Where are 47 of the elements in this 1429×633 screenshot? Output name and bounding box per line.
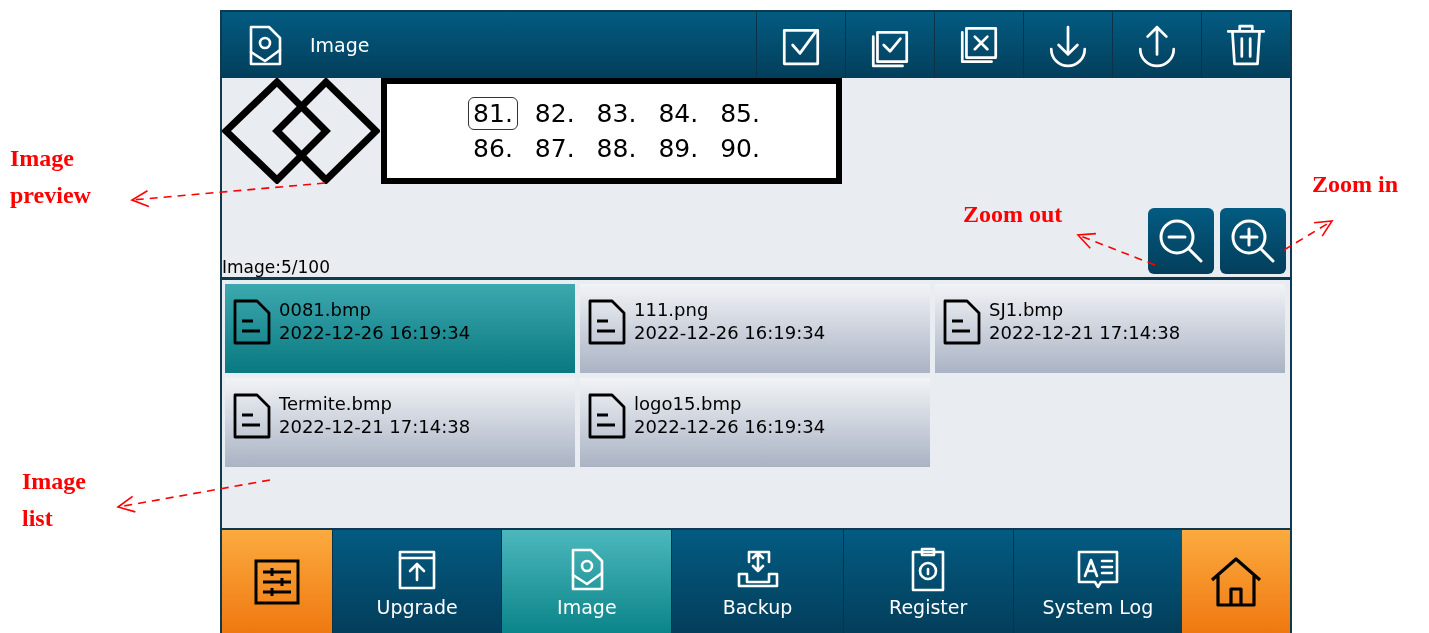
settings-button[interactable]: [222, 530, 332, 633]
image-counter: Image:5/100: [222, 257, 330, 277]
file-date: 2022-12-26 16:19:34: [634, 321, 826, 344]
callout-label: Zoom in: [1312, 170, 1399, 199]
preview-number: 89.: [657, 133, 700, 165]
preview-number: 81.: [468, 96, 518, 130]
document-icon: [233, 298, 271, 345]
file-item[interactable]: 111.png 2022-12-26 16:19:34: [580, 284, 930, 373]
home-icon: [1209, 554, 1264, 609]
file-date: 2022-12-21 17:14:38: [989, 321, 1181, 344]
document-icon: [588, 298, 626, 345]
preview-number: 90.: [719, 133, 761, 165]
home-button[interactable]: [1182, 530, 1290, 633]
file-name: logo15.bmp: [634, 393, 743, 416]
zoom-out-button[interactable]: [1148, 208, 1214, 274]
callout-label: Image preview: [10, 144, 92, 211]
nav-tab[interactable]: Image: [501, 530, 672, 633]
nav-tab[interactable]: Register: [842, 530, 1013, 633]
nav-tab[interactable]: Backup: [671, 530, 843, 633]
preview-number: 86.: [472, 133, 514, 165]
file-item[interactable]: Termite.bmp 2022-12-21 17:14:38: [225, 378, 575, 467]
preview-number: 84.: [657, 97, 700, 130]
document-icon: [233, 392, 271, 439]
document-icon: [943, 298, 981, 345]
file-name: 0081.bmp: [279, 299, 372, 322]
preview-number: 83.: [595, 97, 638, 130]
preview-number: 88.: [595, 133, 638, 165]
zoom-in-button[interactable]: [1220, 208, 1286, 274]
nav-tab[interactable]: System Log: [1012, 530, 1183, 633]
callout-label: Image list: [22, 467, 87, 534]
file-date: 2022-12-21 17:14:38: [279, 415, 471, 438]
file-name: SJ1.bmp: [989, 299, 1065, 322]
file-item[interactable]: 0081.bmp 2022-12-26 16:19:34: [225, 284, 575, 373]
document-icon: [588, 392, 626, 439]
preview-number: 85.: [719, 97, 761, 130]
callout-arrow: [1283, 220, 1334, 251]
file-date: 2022-12-26 16:19:34: [634, 415, 826, 438]
file-item[interactable]: logo15.bmp 2022-12-26 16:19:34: [580, 378, 930, 467]
preview-number: 82.: [533, 97, 576, 130]
nav-tab[interactable]: Upgrade: [331, 530, 502, 633]
preview-number: 87.: [533, 133, 576, 165]
file-date: 2022-12-26 16:19:34: [279, 321, 471, 344]
file-item[interactable]: SJ1.bmp 2022-12-21 17:14:38: [935, 284, 1285, 373]
file-name: 111.png: [634, 299, 710, 322]
file-name: Termite.bmp: [279, 393, 393, 416]
screen-title: Image: [310, 34, 370, 56]
callout-label: Zoom out: [963, 200, 1064, 229]
